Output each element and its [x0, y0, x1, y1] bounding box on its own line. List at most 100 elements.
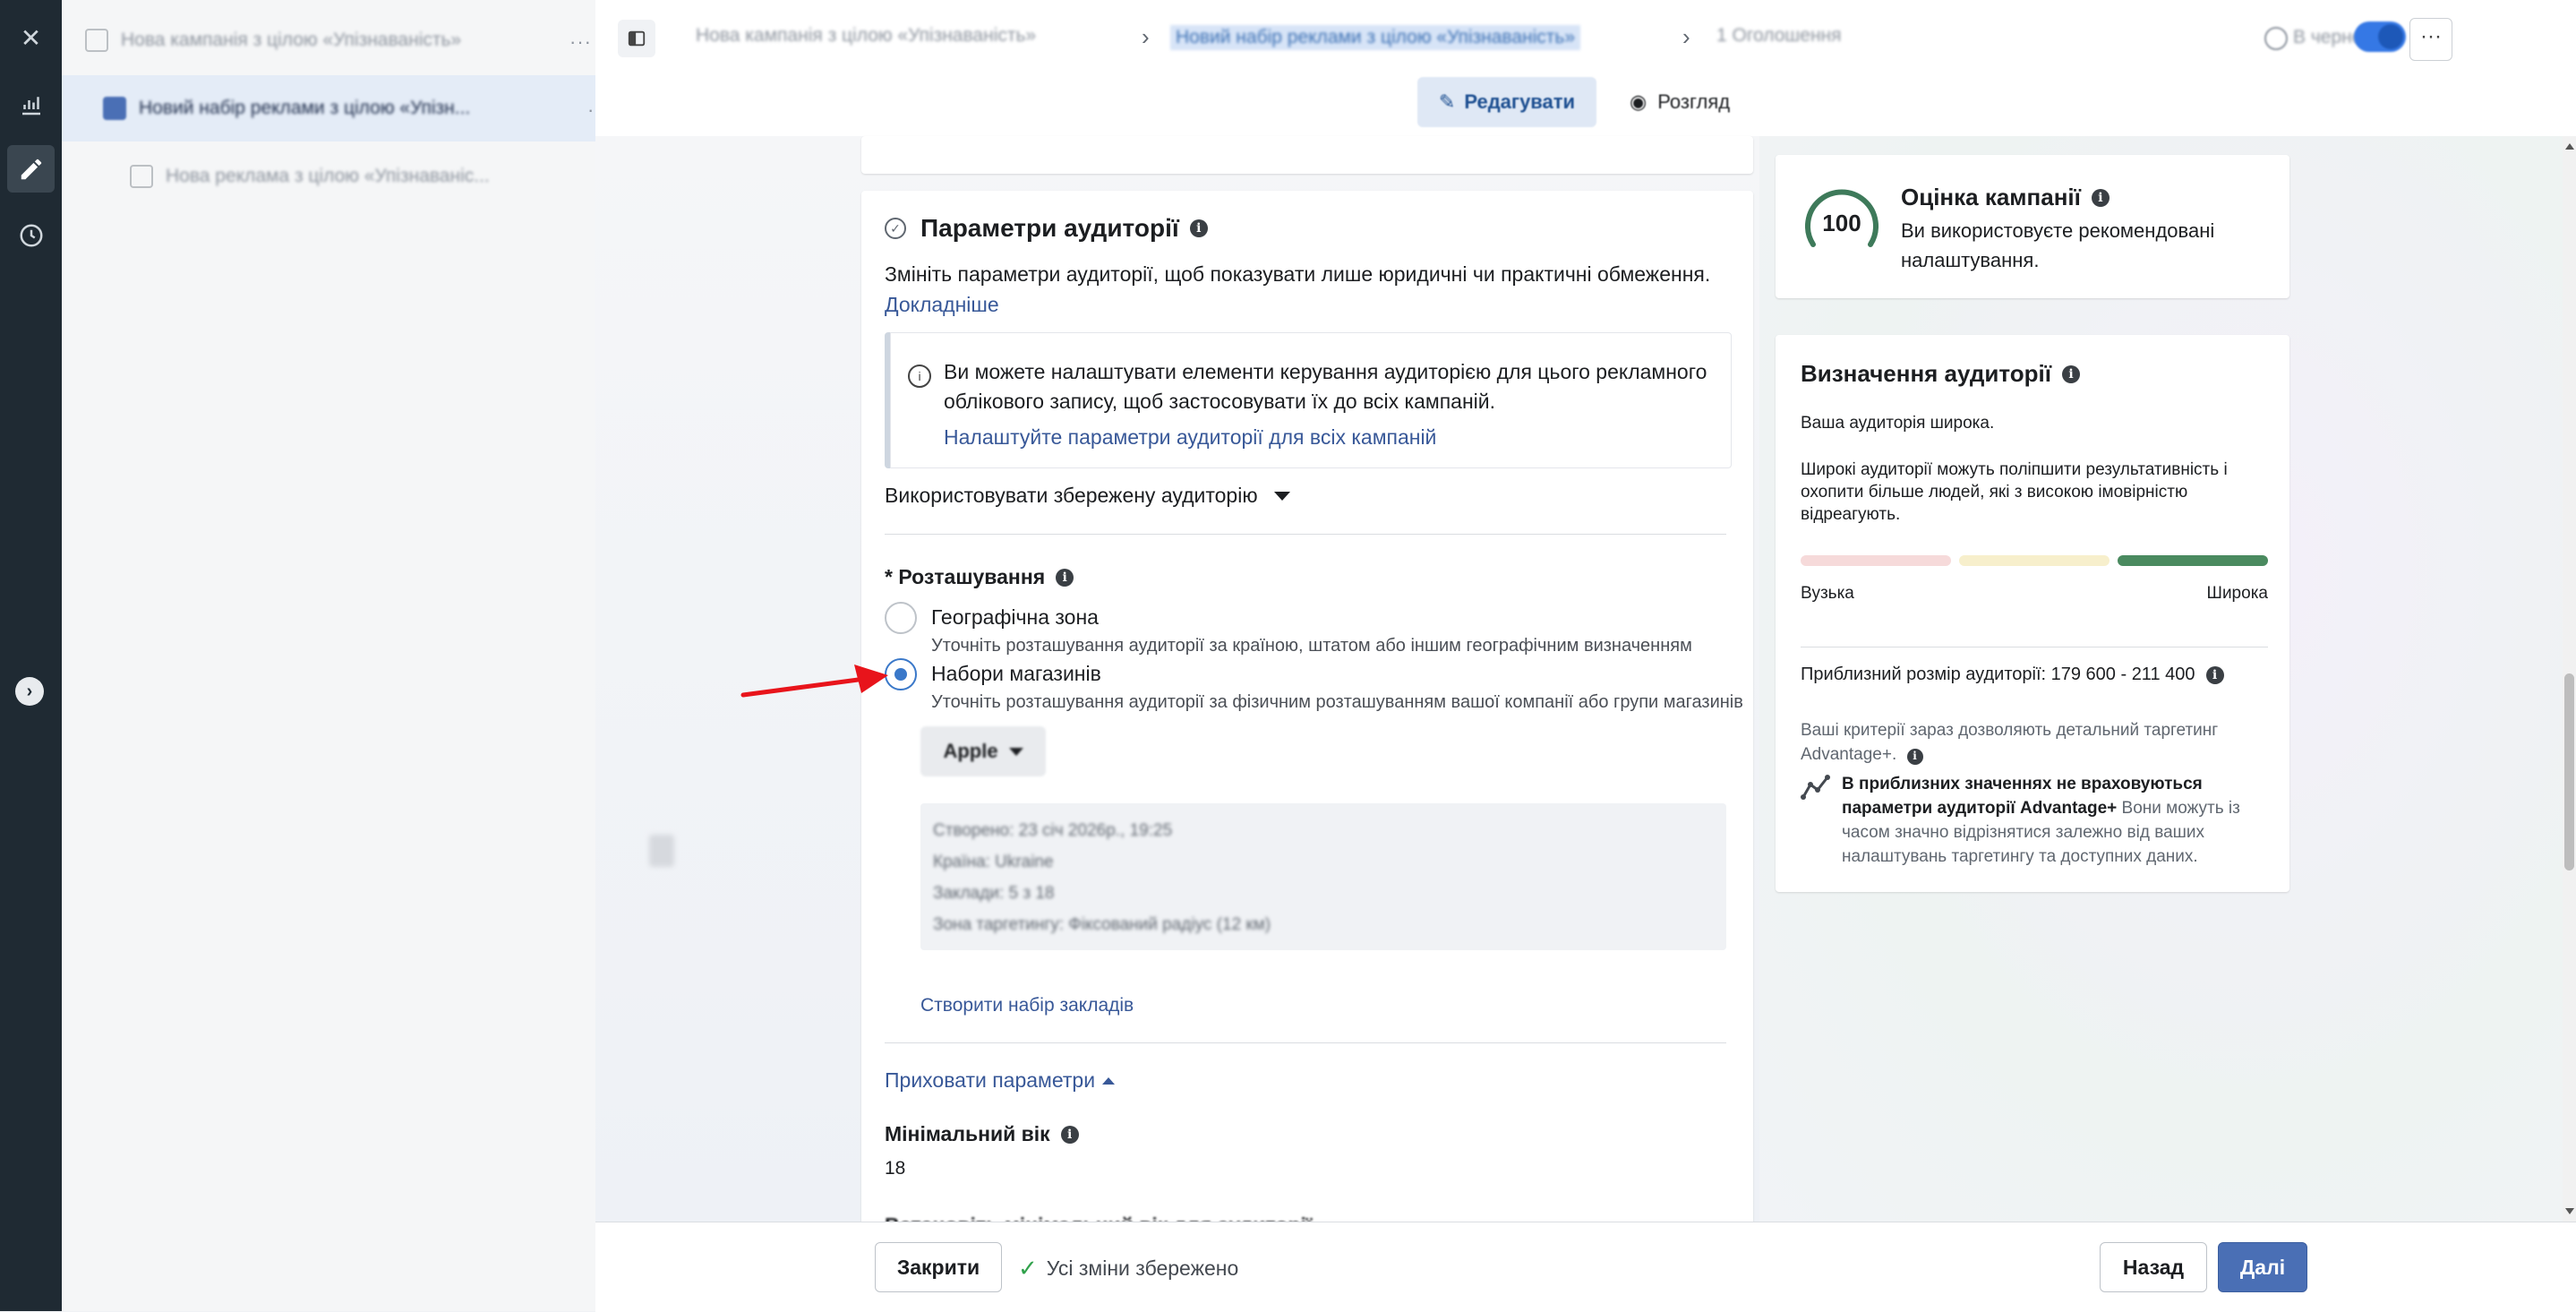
annotation-arrow-icon — [740, 665, 888, 698]
info-icon[interactable]: i — [1906, 748, 1923, 765]
mode-bar: ✎ Редагувати ◉ Розгляд — [595, 77, 2576, 136]
hide-params-toggle[interactable]: Приховати параметри — [885, 1068, 1116, 1093]
audience-broad-description: Широкі аудиторії можуть поліпшити резуль… — [1801, 460, 2228, 524]
close-icon[interactable]: ✕ — [7, 14, 55, 62]
pencil-icon: ✎ — [1438, 90, 1456, 113]
ad-icon — [130, 165, 153, 188]
saved-audience-dropdown[interactable]: Використовувати збережену аудиторію — [885, 484, 1290, 508]
save-status-text: Усі зміни збережено — [1046, 1256, 1239, 1280]
blurred-icon — [649, 835, 674, 867]
saved-audience-label: Використовувати збережену аудиторію — [885, 484, 1258, 507]
store-set-dropdown[interactable]: Apple — [920, 726, 1046, 776]
audience-size: Приблизний розмір аудиторії: 179 600 - 2… — [1801, 665, 2224, 685]
notice-text: Ви можете налаштувати елементи керування… — [944, 360, 1707, 413]
check-circle-icon: ✓ — [885, 218, 906, 239]
score-value: 100 — [1822, 210, 1861, 236]
close-button[interactable]: Закрити — [875, 1242, 1002, 1292]
create-store-set-link[interactable]: Створити набір закладів — [920, 995, 1134, 1016]
score-description: Ви використовуєте рекомендовані налаштув… — [1901, 219, 2215, 271]
back-button[interactable]: Назад — [2100, 1242, 2207, 1292]
meter-segment-mid — [1959, 555, 2110, 566]
info-icon[interactable]: i — [2091, 188, 2110, 207]
review-mode-label: Розгляд — [1657, 90, 1731, 113]
edit-mode-label: Редагувати — [1464, 90, 1576, 113]
tree-item-campaign[interactable]: Нова кампанія з цілою «Упізнаваність» ··… — [62, 7, 619, 73]
score-title-text: Оцінка кампанії — [1901, 184, 2081, 210]
more-options-button[interactable]: ··· — [2409, 18, 2452, 61]
trend-line-icon — [1801, 775, 1830, 800]
meter-label-wide: Широка — [2206, 584, 2268, 603]
edit-pencil-icon[interactable] — [7, 145, 55, 193]
divider — [885, 1042, 1726, 1043]
review-mode-button[interactable]: ◉ Розгляд — [1630, 77, 1773, 127]
tree-item-label: Новий набір реклами з цілою «Упізн... — [139, 98, 471, 118]
store-detail-locations: Заклади: 5 з 18 — [933, 884, 1055, 903]
store-set-details: Створено: 23 січ 2026р., 19:25 Країна: U… — [920, 803, 1726, 950]
audience-definition-card: Визначення аудиторії i Ваша аудиторія ши… — [1776, 335, 2289, 892]
eye-icon: ◉ — [1630, 90, 1647, 113]
audience-breadth-meter — [1801, 555, 2268, 566]
meter-segment-wide — [2118, 555, 2268, 566]
info-icon[interactable]: i — [1189, 219, 1208, 237]
top-bar: Нова кампанія з цілою «Упізнаваність» › … — [595, 0, 2576, 78]
audience-definition-title-text: Визначення аудиторії — [1801, 360, 2052, 387]
score-title: Оцінка кампанії i — [1901, 184, 2110, 211]
section-description-text: Змініть параметри аудиторії, щоб показув… — [885, 262, 1711, 286]
advantage-note-text: В приблизних значеннях не враховуються п… — [1842, 772, 2263, 869]
scroll-up-icon[interactable] — [2565, 143, 2574, 150]
info-icon[interactable]: i — [2205, 665, 2224, 684]
scroll-thumb[interactable] — [2564, 673, 2574, 870]
radio-geographic-zone[interactable] — [885, 602, 917, 634]
campaign-tree: Нова кампанія з цілою «Упізнаваність» ··… — [62, 0, 637, 1311]
meter-label-narrow: Вузька — [1801, 584, 1854, 603]
caret-down-icon — [1008, 747, 1023, 756]
breadcrumb-ad[interactable]: 1 Оголошення — [1716, 25, 1842, 47]
footer-bar: Закрити ✓ Усі зміни збережено Назад Далі — [595, 1222, 2576, 1312]
breadcrumb-separator-icon: › — [1142, 23, 1150, 50]
store-detail-country: Країна: Ukraine — [933, 853, 1054, 871]
min-age-value[interactable]: 18 — [885, 1158, 905, 1179]
panel-toggle-icon[interactable] — [618, 20, 655, 57]
expand-chevron-icon[interactable]: › — [15, 677, 44, 706]
previous-section-card — [861, 136, 1753, 174]
audience-controls-notice: i Ви можете налаштувати елементи керуван… — [885, 332, 1732, 468]
next-button[interactable]: Далі — [2218, 1242, 2307, 1292]
meter-segment-narrow — [1801, 555, 1951, 566]
history-clock-icon[interactable] — [7, 211, 55, 259]
advantage-text: Ваші критерії зараз дозволяють детальний… — [1801, 718, 2248, 767]
analytics-icon[interactable] — [7, 81, 55, 128]
campaign-toggle[interactable] — [2354, 21, 2406, 52]
location-label: * Розташування i — [885, 565, 1074, 589]
section-description: Змініть параметри аудиторії, щоб показув… — [885, 259, 1744, 320]
store-set-value: Apple — [943, 740, 998, 762]
breadcrumb-campaign[interactable]: Нова кампанія з цілою «Упізнаваність» — [696, 25, 1036, 47]
tree-item-adset[interactable]: Новий набір реклами з цілою «Упізн... ··… — [62, 75, 637, 141]
breadcrumb-separator-icon: › — [1682, 23, 1690, 50]
audience-definition-title: Визначення аудиторії i — [1801, 360, 2081, 388]
min-age-label-text: Мінімальний вік — [885, 1122, 1050, 1145]
section-title-text: Параметри аудиторії — [920, 214, 1179, 242]
location-label-text: * Розташування — [885, 565, 1046, 588]
divider — [885, 534, 1726, 535]
save-status: ✓ Усі зміни збережено — [1018, 1255, 1238, 1282]
edit-mode-button[interactable]: ✎ Редагувати — [1417, 77, 1596, 127]
info-icon[interactable]: i — [2062, 364, 2081, 383]
notice-link[interactable]: Налаштуйте параметри аудиторії для всіх … — [944, 425, 1436, 450]
info-icon[interactable]: i — [1060, 1125, 1079, 1144]
min-age-label: Мінімальний вік i — [885, 1122, 1079, 1146]
tree-item-ad[interactable]: Нова реклама з цілою «Упізнаваніс... ··· — [62, 143, 663, 210]
option-title-geo: Географічна зона — [931, 605, 1099, 629]
scroll-down-icon[interactable] — [2565, 1208, 2574, 1214]
learn-more-link[interactable]: Докладніше — [885, 293, 999, 316]
info-outline-icon: i — [908, 364, 931, 388]
tree-item-label: Нова кампанія з цілою «Упізнаваність» — [121, 30, 462, 50]
left-rail: ✕ › — [0, 0, 62, 1311]
caret-up-icon — [1102, 1076, 1116, 1085]
advantage-text-body: Ваші критерії зараз дозволяють детальний… — [1801, 721, 2219, 764]
info-icon[interactable]: i — [1056, 568, 1074, 587]
caret-down-icon — [1273, 491, 1290, 501]
vertical-scrollbar[interactable] — [2563, 136, 2576, 1222]
breadcrumb-adset[interactable]: Новий набір реклами з цілою «Упізнаваніс… — [1170, 25, 1581, 50]
more-icon[interactable]: ··· — [569, 30, 592, 54]
campaign-folder-icon — [85, 29, 108, 52]
